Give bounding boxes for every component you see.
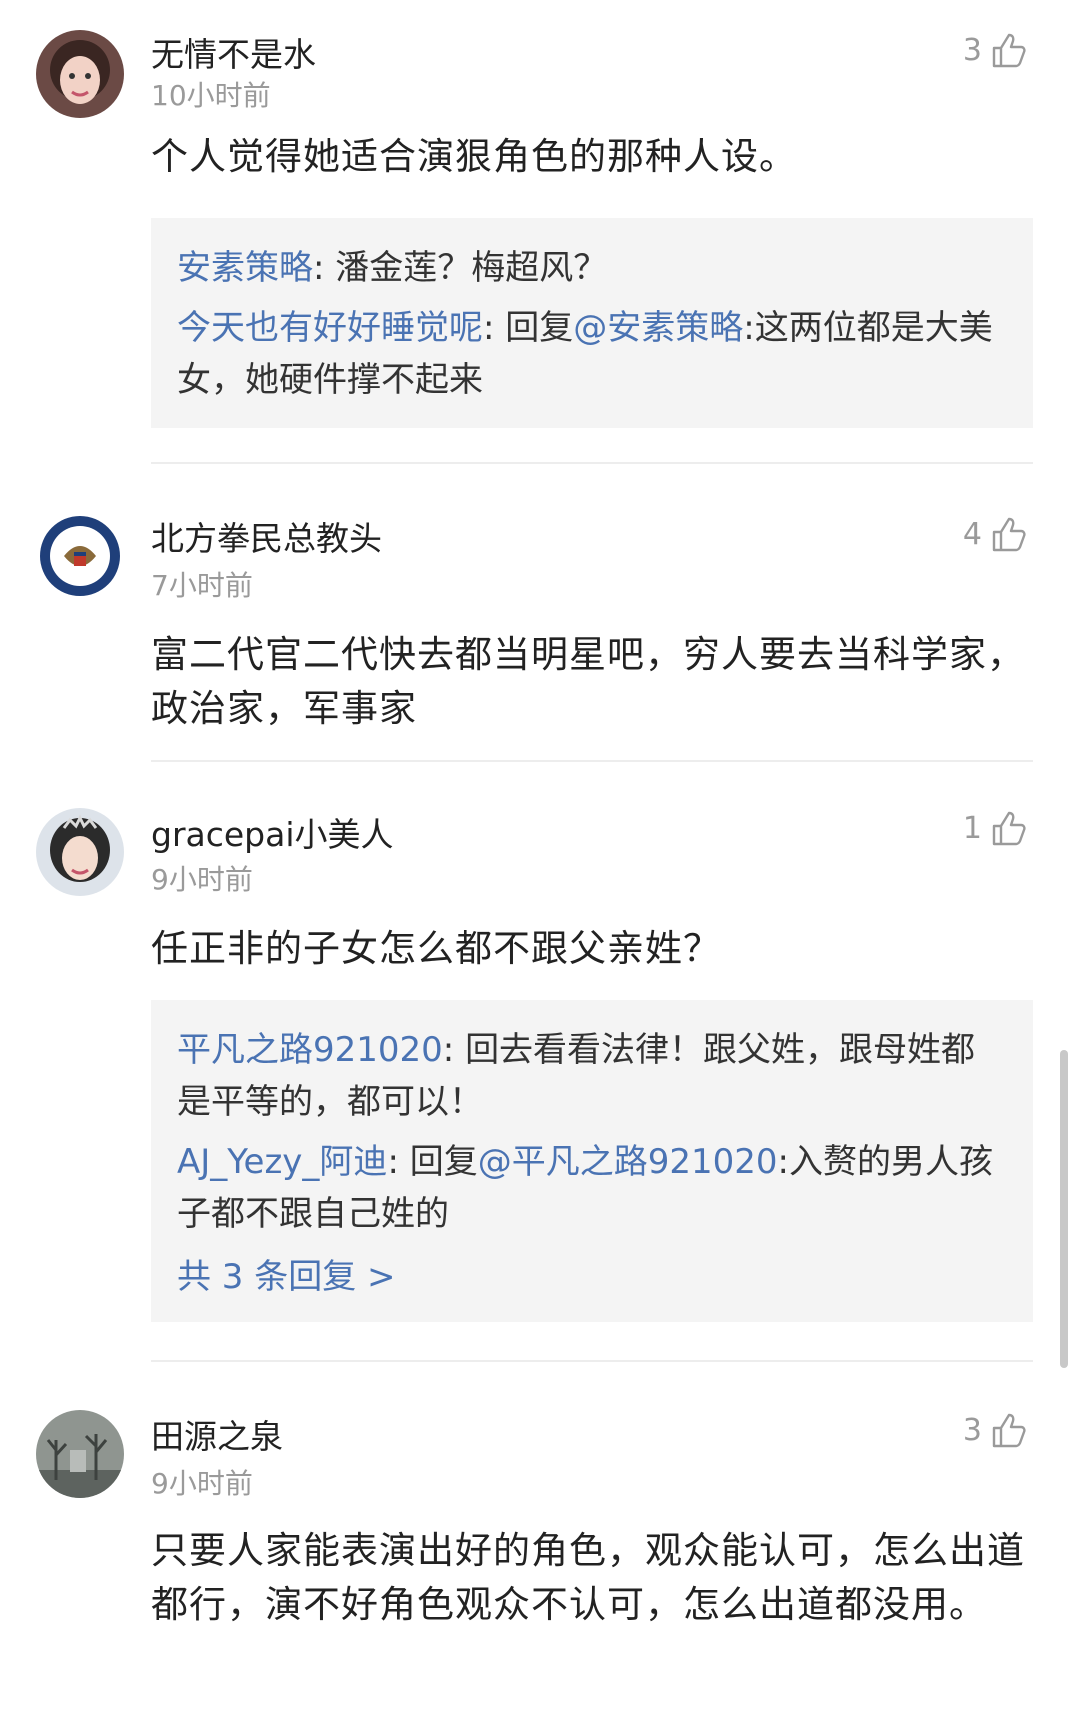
reply-separator: : 回复 [387, 1142, 478, 1182]
like-button[interactable]: 3 [963, 30, 1028, 70]
reply-item: 今天也有好好睡觉呢: 回复@安素策略:这两位都是大美女，她硬件撑不起来 [177, 302, 1007, 406]
avatar[interactable] [36, 808, 124, 896]
like-count: 3 [962, 1412, 982, 1448]
comment-text: 只要人家能表演出好的角色，观众能认可，怎么出道都行，演不好角色观众不认可，怎么出… [151, 1529, 1025, 1626]
comment-text: 任正非的子女怎么都不跟父亲姓？ [151, 927, 721, 970]
divider [151, 462, 1033, 464]
username[interactable]: 田源之泉 [151, 1410, 283, 1458]
timestamp: 10小时前 [151, 79, 271, 112]
avatar[interactable] [36, 1410, 124, 1498]
comment-text: 富二代官二代快去都当明星吧，穷人要去当科学家，政治家，军事家 [151, 633, 1025, 730]
avatar[interactable] [36, 512, 124, 600]
reply-text: 潘金莲？梅超风？ [335, 248, 608, 288]
reply-item: 安素策略: 潘金莲？梅超风？ [177, 242, 1007, 294]
reply-separator: : [313, 248, 336, 288]
reply-username[interactable]: 今天也有好好睡觉呢 [177, 308, 483, 348]
username[interactable]: 北方拳民总教头 [151, 512, 382, 560]
like-count: 3 [962, 32, 982, 68]
reply-username[interactable]: 平凡之路921020 [177, 1030, 443, 1070]
comment-text: 个人觉得她适合演狠角色的那种人设。 [151, 135, 797, 178]
scrollbar[interactable] [1060, 1050, 1068, 1368]
username[interactable]: gracepai小美人 [151, 808, 394, 856]
username[interactable]: 无情不是水 [151, 28, 316, 76]
thumbs-up-icon [988, 514, 1028, 554]
reply-username[interactable]: 安素策略 [177, 248, 313, 288]
reply-username[interactable]: AJ_Yezy_阿迪 [177, 1142, 387, 1182]
reply-separator: : [442, 1030, 466, 1070]
timestamp: 9小时前 [151, 863, 253, 896]
divider [151, 760, 1033, 762]
divider [151, 1360, 1033, 1362]
like-count: 1 [962, 810, 982, 846]
avatar[interactable] [36, 30, 124, 118]
view-all-replies-link[interactable]: 共 3 条回复 > [177, 1254, 1007, 1300]
reply-box[interactable]: 平凡之路921020: 回去看看法律！跟父姓，跟母姓都是平等的，都可以！ AJ_… [151, 1000, 1033, 1322]
like-count: 4 [962, 516, 982, 552]
thumbs-up-icon [988, 808, 1028, 848]
timestamp: 7小时前 [151, 569, 253, 602]
like-button[interactable]: 3 [963, 1410, 1028, 1450]
reply-mention[interactable]: @平凡之路921020 [478, 1142, 778, 1182]
reply-item: AJ_Yezy_阿迪: 回复@平凡之路921020:入赘的男人孩子都不跟自己姓的 [177, 1136, 1007, 1240]
reply-mention[interactable]: @安素策略 [573, 308, 743, 348]
timestamp: 9小时前 [151, 1467, 253, 1500]
like-button[interactable]: 1 [963, 808, 1028, 848]
reply-item: 平凡之路921020: 回去看看法律！跟父姓，跟母姓都是平等的，都可以！ [177, 1024, 1007, 1128]
reply-box[interactable]: 安素策略: 潘金莲？梅超风？ 今天也有好好睡觉呢: 回复@安素策略:这两位都是大… [151, 218, 1033, 428]
thumbs-up-icon [988, 30, 1028, 70]
thumbs-up-icon [988, 1410, 1028, 1450]
like-button[interactable]: 4 [963, 514, 1028, 554]
reply-separator: : 回复 [483, 308, 574, 348]
